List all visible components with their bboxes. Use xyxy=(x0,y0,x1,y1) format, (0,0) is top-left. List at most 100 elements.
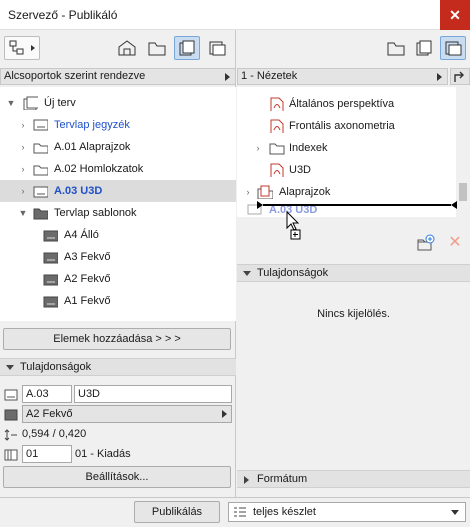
pdf-folder-icon xyxy=(257,185,273,199)
revision-label: 01 - Kiadás xyxy=(75,448,131,460)
list-icon xyxy=(234,507,246,517)
publisher-tree-scrollbar[interactable] xyxy=(456,87,470,247)
tree-item[interactable]: › Tervlap jegyzék xyxy=(0,114,236,136)
subset-icon xyxy=(33,165,48,176)
tree-item[interactable]: A3 Fekvő xyxy=(0,246,236,268)
sort-dropdown[interactable]: Alcsoportok szerint rendezve xyxy=(0,68,236,85)
right-toolbar xyxy=(237,30,470,66)
view-map-icon xyxy=(148,42,166,56)
chevron-right-icon: › xyxy=(21,186,25,196)
right-view-map-tab[interactable] xyxy=(383,36,409,60)
revision-id-field[interactable]: 01 xyxy=(22,445,72,463)
settings-button[interactable]: Beállítások... xyxy=(3,466,231,488)
publisher-sets-icon xyxy=(445,41,462,56)
close-icon: ✕ xyxy=(449,6,461,23)
revision-icon xyxy=(4,449,18,461)
master-layout-icon xyxy=(43,296,58,308)
folder-icon xyxy=(33,208,48,220)
id-icon xyxy=(4,389,18,401)
chevron-right-icon: › xyxy=(256,143,260,153)
master-icon xyxy=(4,409,18,421)
tree-view-icon xyxy=(9,40,35,55)
new-folder-icon xyxy=(417,234,435,251)
tree-item[interactable]: › A.02 Homlokzatok xyxy=(0,158,236,180)
chevron-right-icon xyxy=(225,73,230,81)
tree-item[interactable]: Frontális axonometria xyxy=(237,115,456,137)
delete-button[interactable]: ✕ xyxy=(446,234,464,252)
master-layout-icon xyxy=(43,252,58,264)
view-map-tab[interactable] xyxy=(144,36,170,60)
tree-item[interactable]: A1 Fekvő xyxy=(0,290,236,312)
publish-set-selector[interactable]: teljes készlet xyxy=(228,502,466,522)
left-toolbar xyxy=(0,30,236,66)
chevron-right-icon xyxy=(222,410,227,418)
chevron-down-icon xyxy=(451,510,459,515)
sheet-index-icon xyxy=(33,119,48,131)
tree-item[interactable]: ▼ Új terv xyxy=(0,92,236,114)
tree-item[interactable]: Általános perspektíva xyxy=(237,93,456,115)
layout-book-icon xyxy=(416,40,432,56)
layout-id-field[interactable]: A.03 xyxy=(22,385,72,403)
drag-cursor-icon xyxy=(286,210,301,240)
master-layout-icon xyxy=(43,230,58,242)
layout-book-icon xyxy=(179,40,195,56)
publish-button[interactable]: Publikálás xyxy=(134,501,220,523)
properties-panel: Nincs kijelölés. xyxy=(237,282,470,468)
folder-icon xyxy=(269,143,285,155)
right-properties-header[interactable]: Tulajdonságok xyxy=(237,264,470,282)
format-header[interactable]: Formátum xyxy=(237,470,470,488)
right-layout-book-tab[interactable] xyxy=(411,36,437,60)
properties-header[interactable]: Tulajdonságok xyxy=(0,358,236,376)
pdf-icon xyxy=(270,119,284,133)
drop-indicator-line xyxy=(257,201,457,209)
left-pane: Alcsoportok szerint rendezve ▼ Új terv ›… xyxy=(0,30,236,497)
house-icon xyxy=(118,40,136,56)
chevron-right-icon: › xyxy=(21,142,25,152)
collapse-triangle-icon xyxy=(243,271,251,276)
chevron-down-icon: ▼ xyxy=(18,208,28,218)
layout-tree: ▼ Új terv › Tervlap jegyzék › A.01 Alapr… xyxy=(0,87,236,321)
tree-item[interactable]: ▼ Tervlap sablonok xyxy=(0,202,236,224)
sort-dropdown-label: Alcsoportok szerint rendezve xyxy=(4,70,146,82)
window-title: Szervező - Publikáló xyxy=(8,8,118,22)
tree-item[interactable]: › Indexek xyxy=(237,137,456,159)
add-items-button[interactable]: Elemek hozzáadása > > > xyxy=(3,328,231,350)
right-pane: 1 - Nézetek Általános perspektíva Frontá… xyxy=(237,30,470,497)
tree-item-selected[interactable]: › A.03 U3D xyxy=(0,180,236,202)
tree-item[interactable]: A4 Álló xyxy=(0,224,236,246)
project-book-icon xyxy=(23,96,38,110)
publisher-set-dropdown[interactable]: 1 - Nézetek xyxy=(237,68,448,85)
chevron-down-icon: ▼ xyxy=(6,98,16,108)
pdf-icon xyxy=(270,163,284,177)
collapse-triangle-icon xyxy=(6,365,14,370)
tree-item[interactable]: › A.01 Alaprajzok xyxy=(0,136,236,158)
size-icon xyxy=(4,429,17,441)
subset-icon xyxy=(33,143,48,154)
project-map-tab[interactable] xyxy=(114,36,140,60)
layout-name-field[interactable]: U3D xyxy=(74,385,232,403)
view-map-icon xyxy=(387,42,405,56)
bottom-bar: Publikálás teljes készlet xyxy=(0,497,470,527)
navigator-view-dropdown[interactable] xyxy=(4,36,40,60)
scroll-thumb[interactable] xyxy=(459,183,467,201)
tree-item[interactable]: A2 Fekvő xyxy=(0,268,236,290)
layout-book-tab[interactable] xyxy=(174,36,200,60)
title-bar: Szervező - Publikáló ✕ xyxy=(0,0,470,30)
return-arrow-icon xyxy=(454,71,464,82)
move-up-button[interactable] xyxy=(450,68,470,85)
publisher-sets-icon xyxy=(209,41,226,56)
close-button[interactable]: ✕ xyxy=(440,0,470,30)
layout-size-text: 0,594 / 0,420 xyxy=(22,428,87,440)
publisher-sets-tab[interactable] xyxy=(204,36,230,60)
master-layout-icon xyxy=(43,274,58,286)
tree-item[interactable]: U3D xyxy=(237,159,456,181)
no-selection-text: Nincs kijelölés. xyxy=(317,308,390,320)
chevron-right-icon: › xyxy=(21,164,25,174)
delete-icon: ✕ xyxy=(448,234,462,251)
layout-icon xyxy=(33,186,48,198)
right-publisher-sets-tab[interactable] xyxy=(440,36,466,60)
master-layout-select[interactable]: A2 Fekvő xyxy=(22,405,232,423)
pdf-icon xyxy=(270,97,284,111)
expand-triangle-icon xyxy=(244,476,249,484)
new-folder-button[interactable] xyxy=(417,234,435,252)
